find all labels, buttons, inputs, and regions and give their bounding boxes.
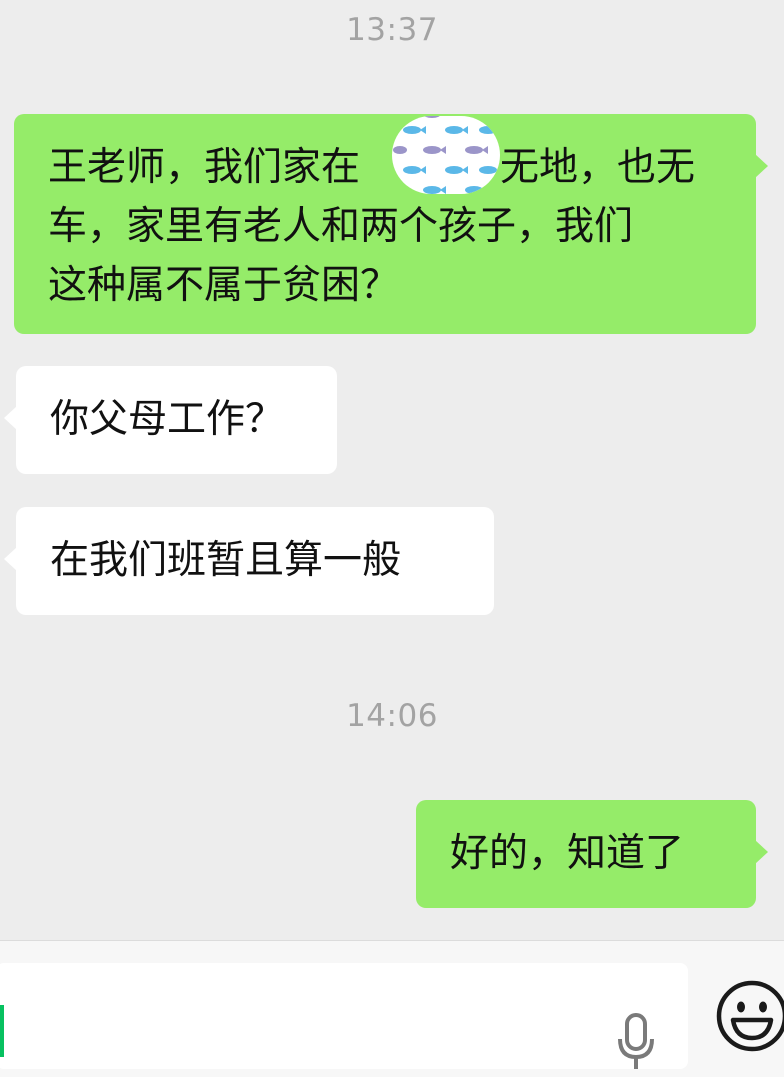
microphone-icon[interactable] bbox=[614, 1011, 658, 1073]
message-text-line: 车，家里有老人和两个孩子，我们 bbox=[48, 204, 634, 249]
received-message-bubble[interactable]: 你父母工作？ bbox=[4, 366, 337, 474]
message-text: 在我们班暂且算一般 bbox=[50, 538, 402, 583]
message-text-line: 这种属不属于贫困？ bbox=[48, 263, 400, 308]
message-text-line: 无地，也无 bbox=[500, 145, 696, 190]
emoji-icon[interactable] bbox=[714, 978, 784, 1054]
fish-pattern-icon bbox=[393, 116, 497, 194]
sent-message-bubble[interactable]: 好的，知道了 bbox=[416, 800, 768, 908]
chat-area: 13:37 王老师，我们家在 无地，也无 车，家里有老人和两个孩子，我们 这种属… bbox=[0, 0, 784, 940]
message-text: 好的，知道了 bbox=[450, 831, 685, 876]
text-caret bbox=[0, 1005, 4, 1057]
message-text-line: 王老师，我们家在 bbox=[48, 145, 361, 190]
timestamp: 13:37 bbox=[346, 12, 438, 48]
message-input[interactable] bbox=[0, 963, 688, 1069]
input-bar bbox=[0, 940, 784, 1077]
timestamp: 14:06 bbox=[346, 698, 438, 734]
received-message-bubble[interactable]: 在我们班暂且算一般 bbox=[4, 507, 494, 615]
redaction-sticker bbox=[392, 116, 500, 194]
sent-message-bubble[interactable]: 王老师，我们家在 无地，也无 车，家里有老人和两个孩子，我们 这种属不属于贫困？ bbox=[14, 114, 768, 334]
message-text: 你父母工作？ bbox=[50, 397, 285, 442]
